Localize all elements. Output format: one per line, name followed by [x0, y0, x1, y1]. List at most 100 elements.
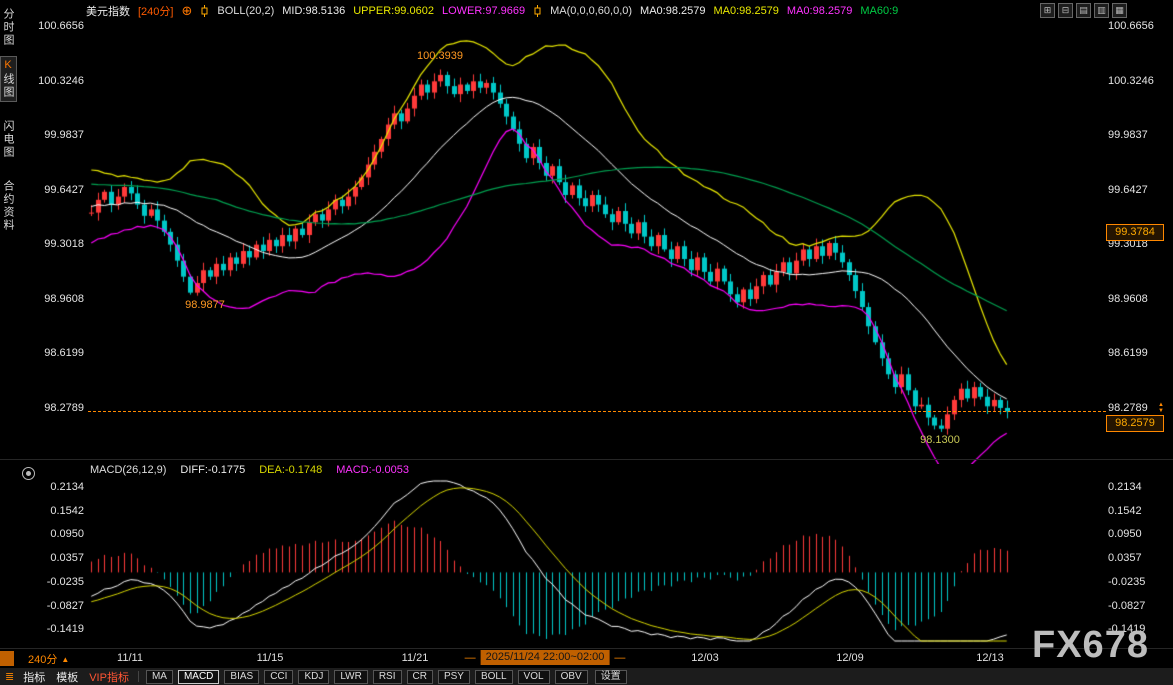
indicator-button-cr[interactable]: CR [407, 670, 433, 684]
layout-button-5-icon[interactable]: ▦ [1112, 3, 1127, 18]
indicator-button-rsi[interactable]: RSI [373, 670, 402, 684]
macd-tick-left: 0.2134 [36, 480, 84, 494]
macd-tick-right: 0.2134 [1108, 480, 1166, 494]
price-tick-right: 98.6199 [1108, 346, 1166, 360]
indicator-button-cci[interactable]: CCI [264, 670, 293, 684]
down-arrow-icon[interactable]: ▼ [1158, 408, 1164, 414]
sidebar-tab-kline-rest: 线图 [2, 73, 14, 99]
timeframe-label: 240分 [28, 651, 57, 667]
price-tick-right: 100.6656 [1108, 19, 1166, 33]
macd-tick-right: 0.0357 [1108, 551, 1166, 565]
macd-tick-left: -0.0827 [36, 599, 84, 613]
period-label[interactable]: [240分] [138, 3, 173, 19]
tab-indicators[interactable]: 指标 [21, 669, 47, 685]
symbol-name: 美元指数 [86, 3, 130, 19]
peak-price-annotation: 100.3939 [417, 50, 463, 62]
timeframe-arrow-icon: ▲ [61, 655, 69, 664]
sidebar-tab-time-chart[interactable]: 分时图 [1, 6, 16, 49]
ma-candle-icon [533, 5, 542, 17]
pane-divider[interactable] [0, 459, 1173, 460]
price-tick-right: 99.6427 [1108, 183, 1166, 197]
highlight-dash-right: — [614, 652, 625, 664]
bottom-toolbar: ≣ 指标 模板 VIP指标 MA MACD BIAS CCI KDJ LWR RSI CR PS… [0, 668, 1173, 685]
price-tick-left: 98.6199 [36, 346, 84, 360]
last-price-badge: 98.2579 [1106, 415, 1164, 432]
macd-dea-value: DEA:-0.1748 [259, 464, 322, 476]
date-label: 11/21 [402, 651, 429, 665]
price-tick-left: 98.2789 [36, 401, 84, 415]
layout-button-4-icon[interactable]: ▥ [1094, 3, 1109, 18]
date-label: 11/11 [117, 651, 143, 665]
indicator-button-bias[interactable]: BIAS [224, 670, 259, 684]
boll-params[interactable]: BOLL(20,2) [217, 5, 274, 17]
ma-params[interactable]: MA(0,0,0,60,0,0) [550, 5, 632, 17]
boll-mid-value: MID:98.5136 [282, 5, 345, 17]
chart-info-bar: 美元指数 [240分] ⊕ BOLL(20,2) MID:98.5136 UPP… [86, 0, 898, 22]
axis-divider [0, 648, 1173, 649]
indicator-collapse-icon[interactable] [22, 467, 35, 480]
macd-tick-left: 0.0950 [36, 527, 84, 541]
indicator-button-ma[interactable]: MA [146, 670, 173, 684]
layout-button-2-icon[interactable]: ⊟ [1058, 3, 1073, 18]
boll-lower-value: LOWER:97.9669 [442, 5, 525, 17]
timeframe-corner-badge[interactable] [0, 651, 14, 666]
macd-tick-left: -0.1419 [36, 622, 84, 636]
indicator-button-psy[interactable]: PSY [438, 670, 470, 684]
alert-price-badge[interactable]: 99.3784 [1106, 224, 1164, 241]
indicator-button-macd[interactable]: MACD [178, 670, 219, 684]
price-tick-left: 99.9837 [36, 128, 84, 142]
indicator-button-obv[interactable]: OBV [555, 670, 588, 684]
window-layout-buttons: ⊞⊟▤▥▦ [1040, 3, 1127, 18]
layout-button-3-icon[interactable]: ▤ [1076, 3, 1091, 18]
sidebar-tab-flash-chart[interactable]: 闪电图 [1, 118, 16, 161]
indicator-menu-icon[interactable]: ≣ [5, 670, 14, 683]
price-tick-right: 98.9608 [1108, 292, 1166, 306]
highlight-dash-left: — [465, 652, 476, 664]
selected-session-label: — 2025/11/24 22:00~02:00 — [465, 650, 626, 665]
ma60-value: MA60:9 [860, 5, 898, 17]
macd-chart-canvas[interactable] [88, 478, 1010, 644]
session-range-label: 2025/11/24 22:00~02:00 [481, 650, 610, 665]
price-spinner-arrows[interactable]: ▲▼ [1158, 402, 1164, 414]
price-tick-left: 98.9608 [36, 292, 84, 306]
indicator-button-lwr[interactable]: LWR [334, 670, 367, 684]
boll-upper-value: UPPER:99.0602 [353, 5, 434, 17]
macd-tick-left: -0.0235 [36, 575, 84, 589]
settings-button[interactable]: 设置 [595, 670, 627, 684]
macd-diff-value: DIFF:-0.1775 [180, 464, 245, 476]
macd-tick-right: -0.0827 [1108, 599, 1166, 613]
toolbar-separator [138, 671, 139, 682]
date-label: 12/09 [836, 651, 864, 665]
layout-button-1-icon[interactable]: ⊞ [1040, 3, 1055, 18]
macd-params[interactable]: MACD(26,12,9) [90, 464, 166, 476]
indicator-button-group: MA MACD BIAS CCI KDJ LWR RSI CR PSY BOLL VOL OBV [146, 670, 588, 684]
ma0-value-3: MA0:98.2579 [787, 5, 852, 17]
candlestick-chart-canvas[interactable] [88, 24, 1010, 464]
tab-vip-indicators[interactable]: VIP指标 [87, 669, 131, 685]
date-label: 11/15 [257, 651, 284, 665]
sidebar-tab-kline[interactable]: K线图 [0, 56, 17, 102]
macd-legend: MACD(26,12,9) DIFF:-0.1775 DEA:-0.1748 M… [90, 464, 409, 476]
macd-tick-left: 0.1542 [36, 504, 84, 518]
add-indicator-icon[interactable]: ⊕ [181, 3, 192, 19]
tab-templates[interactable]: 模板 [54, 669, 80, 685]
dip-price-annotation: 98.9877 [185, 299, 225, 311]
macd-tick-left: 0.0357 [36, 551, 84, 565]
macd-value: MACD:-0.0053 [336, 464, 409, 476]
date-label: 12/03 [691, 651, 719, 665]
macd-tick-right: -0.0235 [1108, 575, 1166, 589]
indicator-button-kdj[interactable]: KDJ [298, 670, 329, 684]
price-tick-right: 100.3246 [1108, 74, 1166, 88]
trading-app-window: 美元指数 [240分] ⊕ BOLL(20,2) MID:98.5136 UPP… [0, 0, 1173, 685]
price-tick-left: 99.6427 [36, 183, 84, 197]
last-price-line [88, 411, 1106, 412]
sidebar-tab-contract-info[interactable]: 合约资料 [1, 178, 16, 234]
price-tick-right: 99.9837 [1108, 128, 1166, 142]
ma0-value-2: MA0:98.2579 [713, 5, 778, 17]
price-tick-left: 99.3018 [36, 237, 84, 251]
timeframe-selector[interactable]: 240分 ▲ [28, 651, 69, 667]
indicator-button-vol[interactable]: VOL [518, 670, 550, 684]
indicator-button-boll[interactable]: BOLL [475, 670, 513, 684]
price-tick-left: 100.3246 [36, 74, 84, 88]
ma0-value-1: MA0:98.2579 [640, 5, 705, 17]
